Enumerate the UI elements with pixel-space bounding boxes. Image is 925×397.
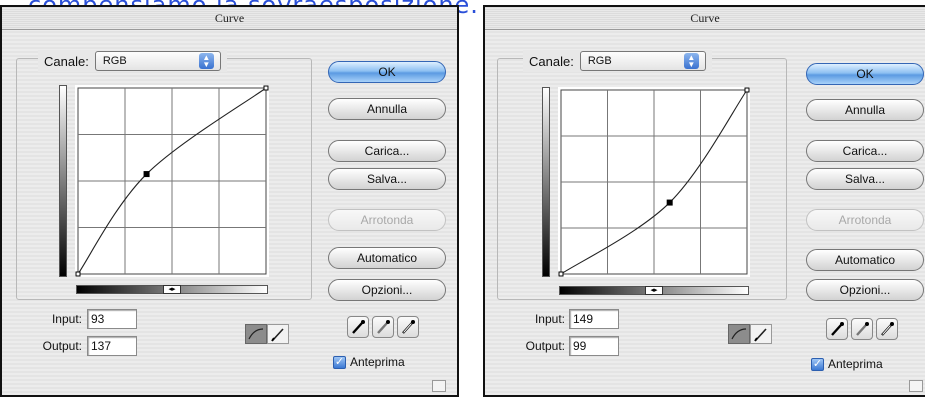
channel-row: Canale: RGB ▲ ▼ <box>38 50 227 72</box>
output-field[interactable]: 99 <box>569 336 619 356</box>
ok-button[interactable]: OK <box>328 61 446 83</box>
curve-endpoint[interactable] <box>263 85 269 91</box>
save-button[interactable]: Salva... <box>806 168 924 190</box>
curve-point-tool-icon[interactable] <box>245 324 267 344</box>
auto-button[interactable]: Automatico <box>328 247 446 269</box>
preview-row: ✓ Anteprima <box>333 355 405 369</box>
gray-eyedropper-icon[interactable] <box>851 318 873 340</box>
gradient-toggle-icon[interactable]: ◂▸ <box>163 285 181 294</box>
dialog-title: Curve <box>485 7 925 30</box>
black-eyedropper-icon[interactable] <box>826 318 848 340</box>
pencil-tool-icon[interactable] <box>750 324 772 344</box>
curve-control-point[interactable] <box>143 171 150 178</box>
save-button[interactable]: Salva... <box>328 168 446 190</box>
white-eyedropper-icon[interactable] <box>876 318 898 340</box>
preview-checkbox[interactable]: ✓ <box>811 357 824 371</box>
curves-dialog-right: Curve Canale: RGB ▲ ▼ ◂▸ Input: 149 Outpu… <box>483 5 925 397</box>
preview-checkbox[interactable]: ✓ <box>333 355 346 369</box>
curve-endpoint[interactable] <box>558 271 564 277</box>
ok-button[interactable]: OK <box>806 63 924 85</box>
cancel-button[interactable]: Annulla <box>806 99 924 121</box>
load-button[interactable]: Carica... <box>328 140 446 162</box>
eyedropper-group <box>826 318 898 340</box>
output-field[interactable]: 137 <box>87 336 137 356</box>
auto-button[interactable]: Automatico <box>806 249 924 271</box>
curves-dialog-left: Curve Canale: RGB ▲ ▼ ◂▸ Input: 93 Output… <box>0 5 459 397</box>
output-label: Output: <box>42 339 82 353</box>
up-down-arrows-icon: ▲ ▼ <box>683 53 699 69</box>
curve-endpoint[interactable] <box>75 271 81 277</box>
preview-label: Anteprima <box>350 355 405 369</box>
channel-select-value: RGB <box>102 55 127 67</box>
gradient-toggle-icon[interactable]: ◂▸ <box>645 286 663 295</box>
curve-control-point[interactable] <box>666 199 673 206</box>
preview-label: Anteprima <box>828 357 883 371</box>
input-gradient-bar[interactable]: ◂▸ <box>76 285 268 294</box>
resize-grip-icon[interactable] <box>432 380 446 392</box>
channel-label: Canale: <box>44 53 89 69</box>
gray-eyedropper-icon[interactable] <box>372 316 394 338</box>
channel-select-value: RGB <box>587 55 612 67</box>
input-label: Input: <box>534 312 565 326</box>
input-gradient-bar[interactable]: ◂▸ <box>559 286 749 295</box>
up-down-arrows-icon: ▲ ▼ <box>198 53 214 69</box>
input-label: Input: <box>51 312 82 326</box>
resize-grip-icon[interactable] <box>909 380 923 392</box>
cancel-button[interactable]: Annulla <box>328 98 446 120</box>
output-gradient-bar <box>59 85 67 277</box>
input-field[interactable]: 93 <box>87 309 137 329</box>
curve-graph[interactable] <box>75 85 269 277</box>
curve-tools <box>728 324 772 344</box>
black-eyedropper-icon[interactable] <box>347 316 369 338</box>
curve-endpoint[interactable] <box>744 87 750 93</box>
load-button[interactable]: Carica... <box>806 140 924 162</box>
channel-row: Canale: RGB ▲ ▼ <box>523 50 712 72</box>
channel-select[interactable]: RGB ▲ ▼ <box>579 51 706 71</box>
curve-tools <box>245 324 289 344</box>
white-eyedropper-icon[interactable] <box>397 316 419 338</box>
input-field[interactable]: 149 <box>569 309 619 329</box>
output-gradient-bar <box>542 87 550 277</box>
channel-label: Canale: <box>529 53 574 69</box>
smooth-button[interactable]: Arrotonda <box>328 209 446 231</box>
pencil-tool-icon[interactable] <box>267 324 289 344</box>
channel-select[interactable]: RGB ▲ ▼ <box>94 51 221 71</box>
dialog-title: Curve <box>2 7 457 30</box>
output-label: Output: <box>525 339 565 353</box>
curve-graph[interactable] <box>558 87 750 277</box>
options-button[interactable]: Opzioni... <box>328 279 446 301</box>
smooth-button[interactable]: Arrotonda <box>806 209 924 231</box>
options-button[interactable]: Opzioni... <box>806 279 924 301</box>
eyedropper-group <box>347 316 419 338</box>
preview-row: ✓ Anteprima <box>811 357 883 371</box>
curve-point-tool-icon[interactable] <box>728 324 750 344</box>
